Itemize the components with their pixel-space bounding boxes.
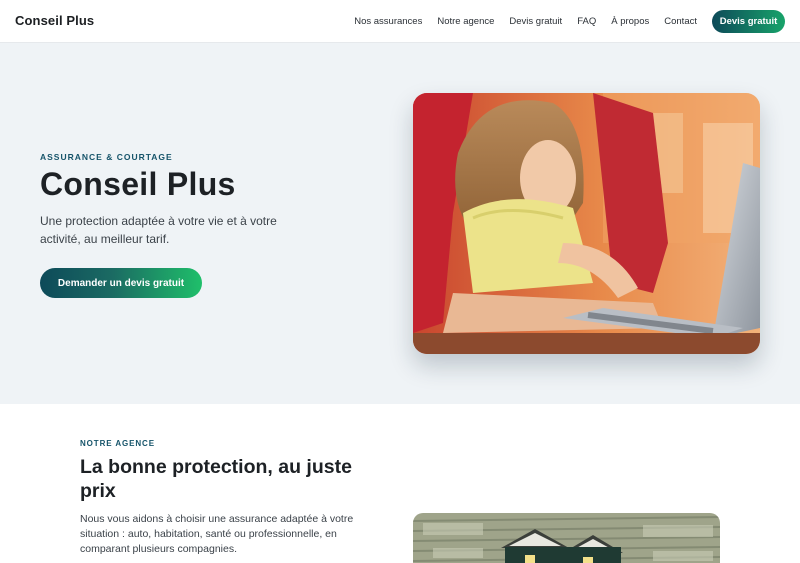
brand-logo-link[interactable]: Conseil Plus xyxy=(15,13,94,28)
nav-devis-gratuit[interactable]: Devis gratuit xyxy=(509,16,562,27)
nav-contact[interactable]: Contact xyxy=(664,16,697,27)
hero-section: ASSURANCE & COURTAGE Conseil Plus Une pr… xyxy=(0,43,800,404)
hero-image-child-laptop xyxy=(413,93,760,354)
nav-a-propos[interactable]: À propos xyxy=(611,16,649,27)
agency-description: Nous vous aidons à choisir une assurance… xyxy=(80,513,354,555)
nav-notre-agence[interactable]: Notre agence xyxy=(437,16,494,27)
nav-nos-assurances[interactable]: Nos assurances xyxy=(354,16,422,27)
header-quote-button[interactable]: Devis gratuit xyxy=(712,10,785,33)
agency-title: La bonne protection, au juste prix xyxy=(80,456,352,502)
request-quote-button[interactable]: Demander un devis gratuit xyxy=(40,268,202,298)
hero-title: Conseil Plus xyxy=(40,166,236,202)
hero-subtitle: Une protection adaptée à votre vie et à … xyxy=(40,214,277,246)
site-header: Conseil Plus Nos assurances Notre agence… xyxy=(0,0,800,43)
agency-image-house-money xyxy=(413,513,720,563)
nav-faq[interactable]: FAQ xyxy=(577,16,596,27)
hero-eyebrow: ASSURANCE & COURTAGE xyxy=(40,152,173,162)
agency-eyebrow: NOTRE AGENCE xyxy=(80,439,155,448)
main-nav: Nos assurances Notre agence Devis gratui… xyxy=(339,0,697,43)
agency-section: NOTRE AGENCE La bonne protection, au jus… xyxy=(0,404,800,563)
